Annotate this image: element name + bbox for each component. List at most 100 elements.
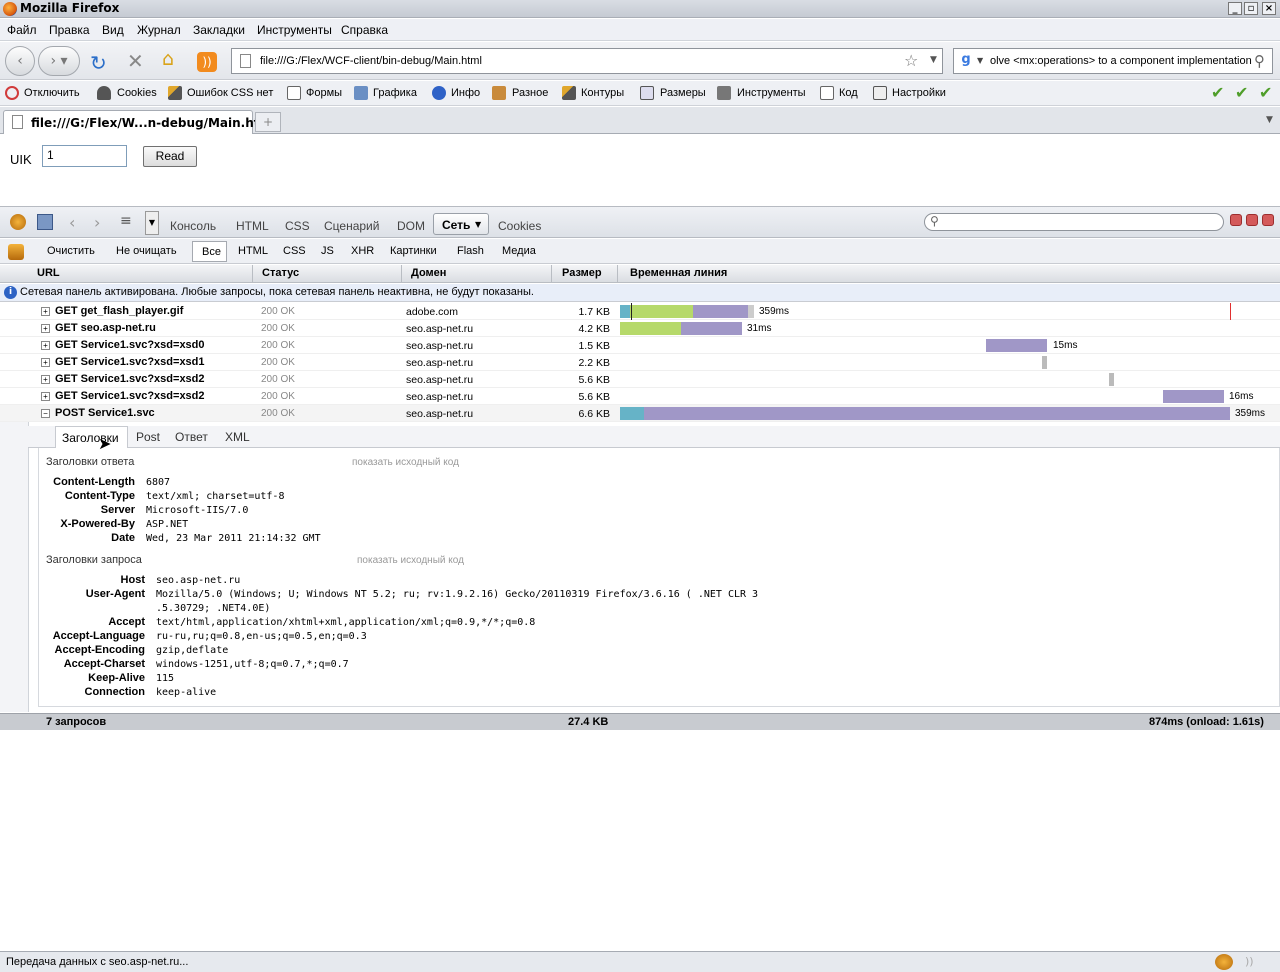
tab-dom[interactable]: DOM — [397, 219, 425, 233]
minimize-button[interactable]: _ — [1228, 2, 1242, 15]
rss-icon[interactable]: )) — [1245, 955, 1261, 970]
firebug-icon[interactable] — [10, 214, 26, 230]
star-icon[interactable]: ☆ — [904, 51, 918, 70]
filter-xhr[interactable]: XHR — [351, 245, 374, 257]
close-firebug-icon[interactable] — [1262, 214, 1274, 226]
expand-icon[interactable]: + — [41, 324, 50, 333]
tab-html[interactable]: HTML — [236, 219, 269, 233]
devbar-disable[interactable]: Отключить — [24, 87, 80, 99]
firebug-status-icon[interactable] — [1215, 954, 1233, 970]
devbar-forms[interactable]: Формы — [306, 87, 342, 99]
forward-button[interactable]: › ▾ — [38, 46, 80, 76]
inspect-icon[interactable] — [37, 214, 53, 230]
collapse-icon[interactable]: − — [41, 409, 50, 418]
expand-icon[interactable]: + — [41, 375, 50, 384]
menu-file[interactable]: Файл — [7, 23, 37, 37]
panel-dropdown-icon[interactable]: ▼ — [145, 211, 159, 235]
table-row[interactable]: + GET Service1.svc?xsd=xsd0 200 OK seo.a… — [0, 337, 1280, 354]
expand-icon[interactable]: + — [41, 341, 50, 350]
menu-view[interactable]: Вид — [102, 23, 124, 37]
new-tab-button[interactable]: + — [255, 112, 281, 132]
minimize-firebug-icon[interactable] — [1230, 214, 1242, 226]
devbar-cookies[interactable]: Cookies — [117, 87, 157, 99]
firebug-search-input[interactable]: ⚲ — [924, 213, 1224, 231]
menu-history[interactable]: Журнал — [137, 23, 181, 37]
devbar-images[interactable]: Графика — [373, 87, 417, 99]
menu-bookmarks[interactable]: Закладки — [193, 23, 245, 37]
table-row[interactable]: + GET Service1.svc?xsd=xsd2 200 OK seo.a… — [0, 388, 1280, 405]
tab-css[interactable]: CSS — [285, 219, 310, 233]
table-row-selected[interactable]: − POST Service1.svc 200 OK seo.asp-net.r… — [0, 405, 1280, 422]
show-source-link[interactable]: показать исходный код — [357, 555, 464, 566]
filter-all-button[interactable]: Все — [192, 241, 227, 262]
column-domain[interactable]: Домен — [411, 267, 446, 279]
search-icon[interactable]: ⚲ — [1254, 52, 1265, 70]
column-status[interactable]: Статус — [262, 267, 299, 279]
devbar-resize[interactable]: Размеры — [660, 87, 706, 99]
xhr-icon[interactable] — [8, 244, 24, 260]
tab-headers[interactable]: Заголовки — [55, 426, 128, 448]
filter-media[interactable]: Медиа — [502, 245, 536, 257]
tab-xml[interactable]: XML — [225, 430, 250, 444]
search-engine-dropdown-icon[interactable]: ▼ — [977, 56, 983, 65]
read-button[interactable]: Read — [143, 146, 197, 167]
tab-net[interactable]: Сеть ▼ — [433, 213, 489, 235]
header-value: text/html,application/xhtml+xml,applicat… — [156, 617, 536, 628]
filter-js[interactable]: JS — [321, 245, 334, 257]
column-timeline[interactable]: Временная линия — [630, 267, 727, 279]
persist-button[interactable]: Не очищать — [116, 245, 177, 257]
menu-help[interactable]: Справка — [341, 23, 388, 37]
tab-main[interactable]: file:///G:/Flex/W...n-debug/Main.html — [3, 110, 276, 134]
url-bar[interactable]: file:///G:/Flex/WCF-client/bin-debug/Mai… — [231, 48, 943, 74]
stop-icon[interactable]: ✕ — [127, 49, 144, 73]
back-button[interactable]: ‹ — [5, 46, 35, 76]
home-icon[interactable]: ⌂ — [162, 48, 174, 70]
close-button[interactable]: × — [1262, 2, 1276, 15]
menu-tools[interactable]: Инструменты — [257, 23, 332, 37]
show-source-link[interactable]: показать исходный код — [352, 457, 459, 468]
devbar-outline[interactable]: Контуры — [581, 87, 624, 99]
table-row[interactable]: + GET Service1.svc?xsd=xsd2 200 OK seo.a… — [0, 371, 1280, 388]
tab-list-icon[interactable]: ▼ — [1266, 115, 1273, 125]
list-icon[interactable]: ≡ — [120, 213, 132, 229]
devbar-css[interactable]: Ошибок CSS нет — [187, 87, 273, 99]
expand-icon[interactable]: + — [41, 358, 50, 367]
table-row[interactable]: + GET Service1.svc?xsd=xsd1 200 OK seo.a… — [0, 354, 1280, 371]
request-size: 5.6 KB — [578, 374, 610, 386]
tab-post[interactable]: Post — [136, 430, 160, 444]
tab-console[interactable]: Консоль — [170, 219, 216, 233]
tab-script[interactable]: Сценарий — [324, 219, 379, 233]
devbar-options[interactable]: Настройки — [892, 87, 946, 99]
checkmark-icon[interactable]: ✔ — [1235, 83, 1248, 102]
checkmark-icon[interactable]: ✔ — [1259, 83, 1272, 102]
filter-css[interactable]: CSS — [283, 245, 306, 257]
devbar-info[interactable]: Инфо — [451, 87, 480, 99]
reload-icon[interactable]: ↻ — [90, 51, 107, 75]
uik-input[interactable]: 1 — [42, 145, 127, 167]
filter-images[interactable]: Картинки — [390, 245, 437, 257]
column-size[interactable]: Размер — [562, 267, 602, 279]
devbar-tools[interactable]: Инструменты — [737, 87, 806, 99]
search-bar[interactable]: g ▼ olve <mx:operations> to a component … — [953, 48, 1273, 74]
rss-icon[interactable]: )) — [197, 52, 217, 72]
detach-firebug-icon[interactable] — [1246, 214, 1258, 226]
clear-button[interactable]: Очистить — [47, 245, 95, 257]
expand-icon[interactable]: + — [41, 307, 50, 316]
google-icon[interactable]: g — [957, 52, 975, 70]
expand-icon[interactable]: + — [41, 392, 50, 401]
filter-flash[interactable]: Flash — [457, 245, 484, 257]
devbar-source[interactable]: Код — [839, 87, 858, 99]
devbar-misc[interactable]: Разное — [512, 87, 548, 99]
url-dropdown-icon[interactable]: ▼ — [930, 55, 937, 65]
table-row[interactable]: + GET get_flash_player.gif 200 OK adobe.… — [0, 303, 1280, 320]
maximize-button[interactable]: ▫ — [1244, 2, 1258, 15]
menu-edit[interactable]: Правка — [49, 23, 90, 37]
tab-cookies[interactable]: Cookies — [498, 219, 541, 233]
table-row[interactable]: + GET seo.asp-net.ru 200 OK seo.asp-net.… — [0, 320, 1280, 337]
column-url[interactable]: URL — [37, 267, 60, 279]
filter-html[interactable]: HTML — [238, 245, 268, 257]
forward-icon[interactable]: › — [94, 213, 100, 232]
checkmark-icon[interactable]: ✔ — [1211, 83, 1224, 102]
tab-response[interactable]: Ответ — [175, 430, 208, 444]
back-icon[interactable]: ‹ — [69, 213, 75, 232]
